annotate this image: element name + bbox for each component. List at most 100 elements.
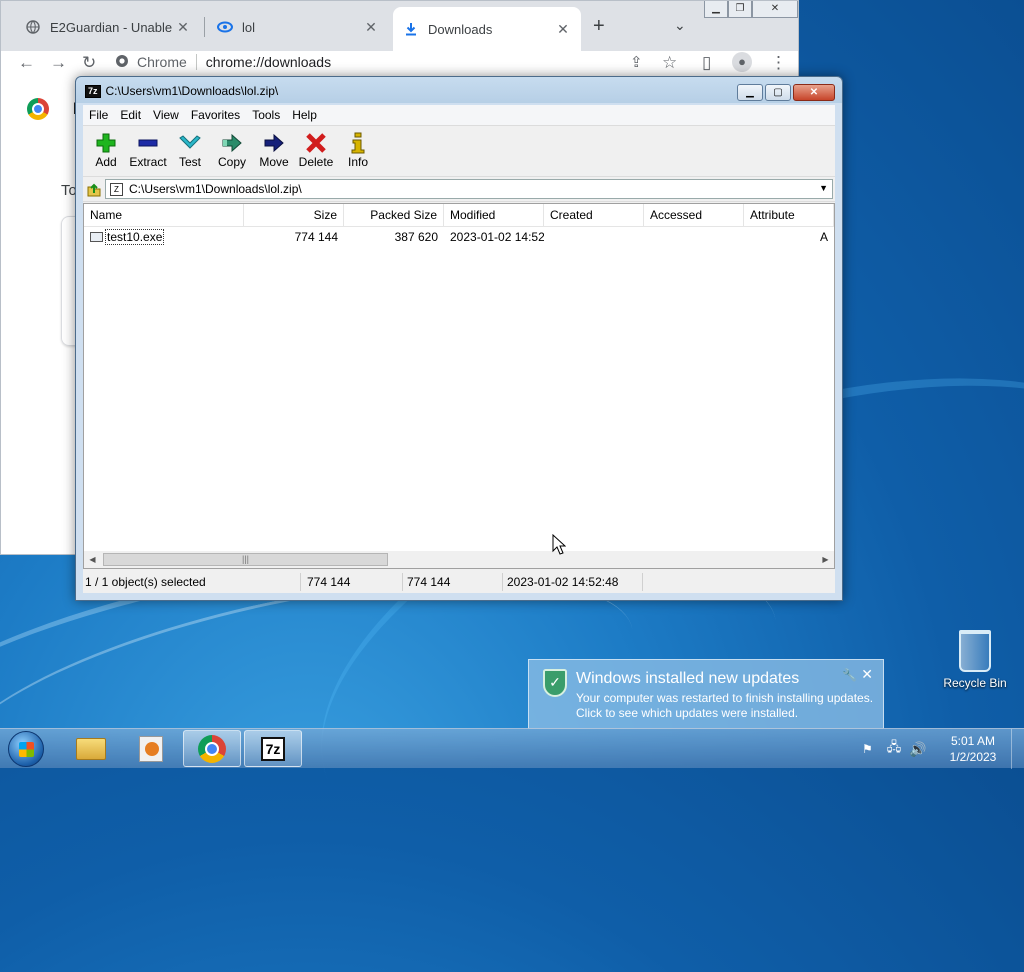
minus-icon xyxy=(137,132,159,154)
menu-view[interactable]: View xyxy=(147,108,185,122)
close-tab-icon[interactable]: ✕ xyxy=(175,19,191,36)
folder-up-icon[interactable] xyxy=(83,179,105,199)
column-accessed[interactable]: Accessed xyxy=(644,204,744,226)
menu-dots-icon[interactable]: ⋮ xyxy=(770,53,787,73)
archive-icon: Z xyxy=(110,182,123,196)
cell-attributes: A xyxy=(819,230,828,244)
copy-button[interactable]: Copy xyxy=(211,126,253,176)
menu-help[interactable]: Help xyxy=(286,108,323,122)
profile-avatar-icon[interactable]: ● xyxy=(732,52,752,72)
extract-label: Extract xyxy=(129,155,167,169)
forward-icon[interactable]: → xyxy=(50,53,67,73)
chrome-site-icon xyxy=(115,54,129,71)
test-button[interactable]: Test xyxy=(169,126,211,176)
add-label: Add xyxy=(95,155,117,169)
scroll-track[interactable]: ||| xyxy=(101,553,817,566)
tab-lol[interactable]: lol ✕ xyxy=(207,9,389,45)
omnibox-separator xyxy=(195,54,197,70)
new-tab-icon[interactable]: + xyxy=(593,15,605,38)
tab-separator xyxy=(204,17,205,37)
volume-icon[interactable]: 🔊 xyxy=(909,741,926,758)
window-title-text: C:\Users\vm1\Downloads\lol.zip\ xyxy=(105,84,279,98)
maximize-icon[interactable]: ▢ xyxy=(765,84,791,101)
delete-button[interactable]: Delete xyxy=(295,126,337,176)
taskbar-media-player[interactable] xyxy=(122,730,180,767)
column-attributes[interactable]: Attribute xyxy=(744,204,834,226)
action-center-flag-icon[interactable]: ⚑ xyxy=(862,742,873,756)
add-button[interactable]: Add xyxy=(85,126,127,176)
menu-favorites[interactable]: Favorites xyxy=(185,108,246,122)
reload-icon[interactable]: ↻ xyxy=(82,53,96,73)
column-created[interactable]: Created xyxy=(544,204,644,226)
close-icon[interactable]: ✕ xyxy=(793,84,835,101)
table-row[interactable]: test10.exe 774 144 387 620 2023-01-02 14… xyxy=(84,227,834,247)
recycle-bin-icon xyxy=(959,630,991,672)
notification-line-1: Your computer was restarted to finish in… xyxy=(576,691,874,705)
back-icon[interactable]: ← xyxy=(18,53,35,73)
start-button[interactable] xyxy=(8,731,44,767)
bookmark-star-icon[interactable]: ☆ xyxy=(662,53,677,73)
menu-tools[interactable]: Tools xyxy=(246,108,286,122)
7zip-client-area: File Edit View Favorites Tools Help Add … xyxy=(83,105,835,593)
cell-name: test10.exe xyxy=(84,229,244,245)
move-arrow-icon xyxy=(263,132,285,154)
scroll-thumb[interactable]: ||| xyxy=(103,553,388,566)
delete-label: Delete xyxy=(298,155,334,169)
show-desktop-button[interactable] xyxy=(1011,729,1024,769)
close-icon[interactable]: ✕ xyxy=(861,666,873,683)
scroll-right-icon[interactable]: ▶ xyxy=(817,555,834,564)
column-name[interactable]: Name xyxy=(84,204,244,226)
extract-button[interactable]: Extract xyxy=(127,126,169,176)
info-button[interactable]: Info xyxy=(337,126,379,176)
address-bar[interactable]: Chrome chrome://downloads xyxy=(115,51,615,73)
tab-downloads[interactable]: Downloads ✕ xyxy=(393,7,581,51)
path-combobox[interactable]: Z C:\Users\vm1\Downloads\lol.zip\ ▼ xyxy=(105,179,833,199)
share-icon[interactable]: ⇪ xyxy=(630,53,643,71)
minimize-icon[interactable]: ▁ xyxy=(737,84,763,101)
plus-icon xyxy=(95,132,117,154)
url-text: chrome://downloads xyxy=(205,54,332,70)
cell-packed-size: 387 620 xyxy=(394,230,438,244)
minimize-icon[interactable]: ▁ xyxy=(704,1,728,18)
side-panel-icon[interactable]: ▯ xyxy=(702,53,711,73)
tab-title: E2Guardian - Unable to xyxy=(50,19,175,35)
maximize-icon[interactable]: ❐ xyxy=(728,1,752,18)
column-modified[interactable]: Modified xyxy=(444,204,544,226)
7zip-icon: 7z xyxy=(260,736,286,761)
folder-icon xyxy=(76,737,106,760)
status-bar: 1 / 1 object(s) selected 774 144 774 144… xyxy=(83,571,835,593)
address-row: Z C:\Users\vm1\Downloads\lol.zip\ ▼ xyxy=(83,176,835,202)
close-tab-icon[interactable]: ✕ xyxy=(363,19,379,36)
notification-line-2: Click to see which updates were installe… xyxy=(576,706,799,720)
recycle-bin[interactable]: Recycle Bin xyxy=(942,630,1008,690)
column-packed-size[interactable]: Packed Size xyxy=(344,204,444,226)
info-icon xyxy=(347,132,369,154)
move-button[interactable]: Move xyxy=(253,126,295,176)
copy-arrow-icon xyxy=(221,132,243,154)
file-name: test10.exe xyxy=(105,229,165,245)
taskbar-chrome[interactable] xyxy=(183,730,241,767)
clock[interactable]: 5:01 AM 1/2/2023 xyxy=(936,733,1010,765)
tab-e2guardian[interactable]: E2Guardian - Unable to ✕ xyxy=(15,9,201,45)
path-text: C:\Users\vm1\Downloads\lol.zip\ xyxy=(129,182,302,196)
horizontal-scrollbar[interactable]: ◀ ||| ▶ xyxy=(84,551,834,568)
download-icon xyxy=(403,21,419,37)
info-label: Info xyxy=(347,155,368,169)
close-icon[interactable]: ✕ xyxy=(752,1,798,18)
close-tab-icon[interactable]: ✕ xyxy=(555,21,571,38)
taskbar-explorer[interactable] xyxy=(62,730,120,767)
menu-edit[interactable]: Edit xyxy=(114,108,147,122)
taskbar-7zip[interactable]: 7z xyxy=(244,730,302,767)
toolbar: Add Extract Test Copy Move Delete Info xyxy=(83,125,835,176)
network-icon[interactable]: 🖧 xyxy=(887,738,902,760)
update-notification[interactable]: ✓ Windows installed new updates Your com… xyxy=(528,659,884,729)
menu-file[interactable]: File xyxy=(83,108,114,122)
wrench-icon[interactable]: 🔧 xyxy=(842,668,857,682)
exe-file-icon xyxy=(90,232,103,242)
taskbar: 7z ⚑ 🖧 🔊 5:01 AM 1/2/2023 xyxy=(0,728,1024,769)
site-label: Chrome xyxy=(137,54,187,70)
chevron-down-icon[interactable]: ⌄ xyxy=(674,17,686,34)
column-size[interactable]: Size xyxy=(244,204,344,226)
scroll-left-icon[interactable]: ◀ xyxy=(84,555,101,564)
dropdown-arrow-icon[interactable]: ▼ xyxy=(819,183,828,193)
